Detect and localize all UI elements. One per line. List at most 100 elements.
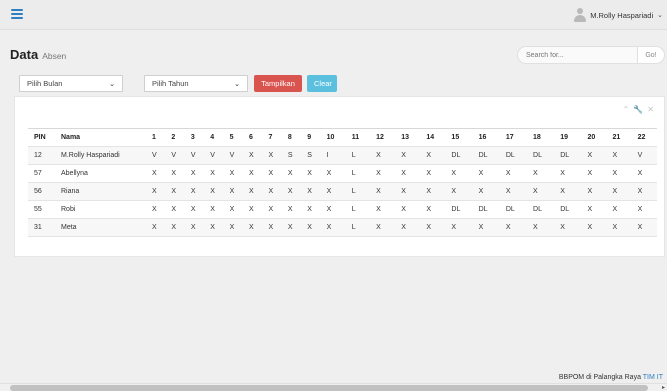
table-cell: X bbox=[223, 218, 244, 237]
table-cell: X bbox=[281, 164, 302, 183]
wrench-icon[interactable]: 🔧 bbox=[633, 105, 643, 114]
table-cell: X bbox=[146, 164, 166, 183]
year-select-label: Pilih Tahun bbox=[152, 79, 189, 88]
search-go-button[interactable]: Go! bbox=[637, 46, 665, 64]
table-cell: X bbox=[204, 200, 224, 219]
table-cell: X bbox=[262, 164, 282, 183]
table-cell: X bbox=[146, 218, 166, 237]
table-cell: V bbox=[184, 146, 205, 165]
card-tools: ⌃ 🔧 ✕ bbox=[623, 105, 654, 114]
table-row: 31 Meta X X X X X X X X X X L X X X X X X X X X X X bbox=[28, 218, 657, 237]
table-cell: X bbox=[395, 182, 421, 201]
table-cell: X bbox=[631, 182, 657, 201]
table-cell: X bbox=[204, 164, 224, 183]
table-cell: DL bbox=[527, 200, 555, 219]
column-header: 21 bbox=[606, 128, 632, 147]
table-cell: X bbox=[262, 182, 282, 201]
table-cell: X bbox=[281, 182, 302, 201]
table-row: 55 Robi X X X X X X X X X X L X X X DL DL DL DL DL X X X bbox=[28, 200, 657, 219]
year-select[interactable]: Pilih Tahun ⌄ bbox=[144, 75, 248, 92]
table-cell: L bbox=[345, 146, 371, 165]
table-cell: X bbox=[320, 182, 346, 201]
month-select-label: Pilih Bulan bbox=[27, 79, 63, 88]
collapse-icon[interactable]: ⌃ bbox=[623, 105, 630, 114]
table-cell: 12 bbox=[28, 146, 55, 165]
chevron-down-icon: ⌄ bbox=[109, 80, 115, 88]
table-cell: DL bbox=[445, 200, 473, 219]
table-cell: X bbox=[243, 200, 263, 219]
table-cell: X bbox=[499, 164, 528, 183]
user-menu[interactable]: M.Rolly Haspariadi ⌄ bbox=[574, 8, 663, 22]
column-header: 12 bbox=[370, 128, 396, 147]
table-cell: DL bbox=[499, 200, 528, 219]
table-cell: X bbox=[370, 218, 396, 237]
table-row: 12 M.Rolly Haspariadi V V V V V X X S S I L X X X DL DL DL… bbox=[28, 146, 657, 165]
table-cell: X bbox=[472, 164, 500, 183]
scrollbar-thumb[interactable] bbox=[10, 385, 648, 391]
column-header: 2 bbox=[165, 128, 185, 147]
table-cell: X bbox=[581, 164, 607, 183]
table-cell: X bbox=[554, 182, 582, 201]
table-cell: X bbox=[395, 200, 421, 219]
table-cell: X bbox=[395, 218, 421, 237]
table-cell: DL bbox=[472, 146, 500, 165]
attendance-card: ⌃ 🔧 ✕ PIN Nama 1 2 3 4 5 6 7 8 9 10 11 12 13 14 15 16 17 18… bbox=[14, 96, 665, 257]
search-input[interactable] bbox=[517, 46, 637, 64]
table-cell: L bbox=[345, 200, 371, 219]
table-cell: X bbox=[554, 164, 582, 183]
table-cell: X bbox=[445, 164, 473, 183]
footer-text: BBPOM di Palangka Raya bbox=[558, 374, 643, 381]
month-select[interactable]: Pilih Bulan ⌄ bbox=[19, 75, 123, 92]
table-cell: X bbox=[606, 200, 632, 219]
table-cell: X bbox=[606, 182, 632, 201]
table-cell: X bbox=[499, 182, 528, 201]
clear-button[interactable]: Clear bbox=[307, 75, 337, 92]
table-cell: L bbox=[345, 182, 371, 201]
page-title: Data Absen bbox=[10, 47, 66, 62]
table-cell: X bbox=[606, 164, 632, 183]
table-cell: X bbox=[395, 164, 421, 183]
table-cell: I bbox=[320, 146, 346, 165]
table-cell: X bbox=[527, 182, 555, 201]
table-cell: X bbox=[320, 164, 346, 183]
table-cell: X bbox=[581, 146, 607, 165]
table-cell: S bbox=[301, 146, 321, 165]
table-cell: X bbox=[445, 182, 473, 201]
table-cell: X bbox=[165, 200, 185, 219]
column-header: 4 bbox=[204, 128, 224, 147]
table-cell: X bbox=[581, 200, 607, 219]
table-cell: DL bbox=[554, 200, 582, 219]
column-header: Nama bbox=[55, 128, 146, 147]
table-cell: X bbox=[527, 164, 555, 183]
table-cell: M.Rolly Haspariadi bbox=[55, 146, 146, 165]
column-header: PIN bbox=[28, 128, 55, 147]
table-cell: Meta bbox=[55, 218, 146, 237]
horizontal-scrollbar[interactable]: ▸ bbox=[0, 383, 667, 391]
table-cell: X bbox=[223, 200, 244, 219]
search-box: Go! bbox=[517, 46, 665, 64]
table-cell: X bbox=[184, 164, 205, 183]
close-icon[interactable]: ✕ bbox=[647, 105, 654, 114]
scroll-right-icon[interactable]: ▸ bbox=[662, 384, 665, 391]
table-cell: 31 bbox=[28, 218, 55, 237]
hamburger-icon[interactable] bbox=[11, 9, 23, 19]
table-cell: X bbox=[581, 182, 607, 201]
table-cell: DL bbox=[554, 146, 582, 165]
column-header: 22 bbox=[631, 128, 657, 147]
table-cell: Robi bbox=[55, 200, 146, 219]
table-cell: X bbox=[223, 182, 244, 201]
show-button[interactable]: Tampilkan bbox=[254, 75, 302, 92]
table-cell: X bbox=[243, 182, 263, 201]
table-cell: X bbox=[165, 182, 185, 201]
column-header: 15 bbox=[445, 128, 473, 147]
footer-link[interactable]: TIM IT bbox=[643, 374, 663, 381]
table-cell: 55 bbox=[28, 200, 55, 219]
table-cell: V bbox=[146, 146, 166, 165]
table-cell: 56 bbox=[28, 182, 55, 201]
user-avatar-icon bbox=[574, 8, 587, 22]
table-cell: X bbox=[320, 200, 346, 219]
top-navbar: M.Rolly Haspariadi ⌄ bbox=[0, 0, 667, 30]
table-cell: X bbox=[420, 146, 446, 165]
column-header: 16 bbox=[472, 128, 500, 147]
table-header-row: PIN Nama 1 2 3 4 5 6 7 8 9 10 11 12 13 14 15 16 17 18 19 20 21… bbox=[28, 128, 657, 147]
